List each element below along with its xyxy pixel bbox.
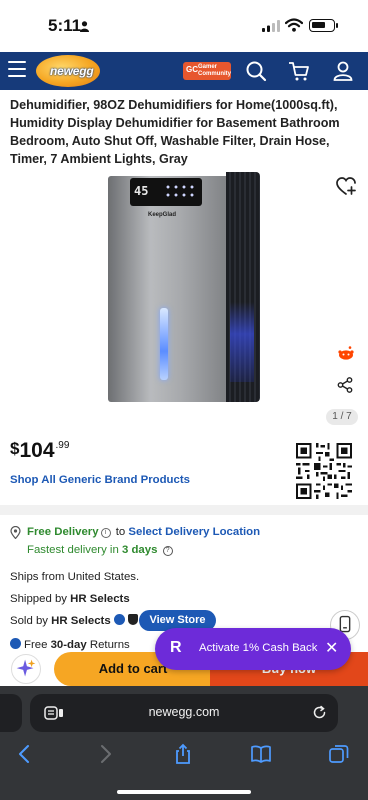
- shield-icon: [127, 614, 138, 625]
- delivery-line: Free Delivery i to Select Delivery Locati…: [27, 526, 260, 538]
- add-to-wishlist-icon[interactable]: [336, 177, 356, 196]
- address-bar[interactable]: newegg.com: [30, 694, 338, 732]
- returns-line: Free 30-day Returns: [10, 638, 130, 651]
- status-time: 5:11: [48, 16, 82, 35]
- cashback-label[interactable]: Activate 1% Cash Back: [199, 642, 317, 654]
- returns-icon: [10, 638, 21, 649]
- free-delivery-info-icon[interactable]: i: [100, 528, 111, 538]
- shipped-by-seller[interactable]: HR Selects: [70, 593, 130, 605]
- bookmarks-icon[interactable]: [250, 743, 272, 765]
- back-icon[interactable]: [14, 743, 36, 765]
- newegg-logo[interactable]: newegg: [36, 55, 102, 87]
- qr-code-icon[interactable]: [296, 443, 352, 499]
- site-header: newegg GC Gamer Community: [0, 52, 368, 90]
- fastest-delivery-help-icon[interactable]: ?: [162, 546, 173, 556]
- fastest-delivery: Fastest delivery in 3 days ?: [27, 544, 175, 556]
- reload-icon[interactable]: [312, 705, 327, 720]
- select-delivery-location-link[interactable]: Select Delivery Location: [128, 526, 260, 538]
- search-icon[interactable]: [245, 60, 267, 82]
- cashback-banner[interactable]: R Activate 1% Cash Back ✕: [155, 628, 351, 670]
- free-delivery-label: Free Delivery: [27, 526, 99, 538]
- battery-icon: [309, 19, 338, 32]
- url-text: newegg.com: [148, 705, 220, 719]
- cashback-close-icon[interactable]: ✕: [325, 638, 338, 658]
- delivery-to-label: to: [115, 526, 126, 538]
- cellular-signal-icon: [262, 20, 280, 32]
- share-sheet-icon[interactable]: [172, 743, 194, 765]
- rakuten-logo: R: [170, 639, 182, 656]
- image-pager: 1 / 7: [326, 409, 358, 425]
- verified-seller-icon: [113, 614, 125, 625]
- fastest-delivery-label: Fastest delivery in: [27, 544, 119, 556]
- forward-icon[interactable]: [94, 743, 116, 765]
- ai-assistant-button[interactable]: [11, 654, 41, 684]
- menu-icon[interactable]: [8, 61, 26, 79]
- wifi-icon: [285, 18, 303, 32]
- section-divider: [0, 505, 368, 515]
- account-icon[interactable]: [332, 60, 354, 82]
- price-cents: .99: [55, 440, 70, 451]
- gamer-community-label: Gamer Community: [198, 64, 231, 77]
- browser-toolbar: newegg.com: [0, 686, 368, 800]
- share-icon[interactable]: [337, 377, 353, 393]
- sold-by-seller[interactable]: HR Selects: [51, 615, 111, 627]
- sold-by-line: Sold by HR Selects: [10, 614, 138, 627]
- tabs-icon[interactable]: [328, 743, 350, 765]
- product-image-brand: KeepGlad: [148, 212, 177, 218]
- gamer-community-logo: GC: [186, 65, 198, 74]
- location-pin-icon: [10, 526, 21, 539]
- gamer-community-button[interactable]: GC Gamer Community: [183, 62, 231, 80]
- fastest-delivery-days: 3 days: [121, 544, 158, 556]
- cart-icon[interactable]: [288, 60, 310, 82]
- reddit-icon[interactable]: [338, 346, 354, 360]
- product-price: $104.99: [10, 439, 69, 463]
- status-bar: 5:11: [0, 0, 368, 52]
- previous-tab[interactable]: [0, 694, 22, 732]
- shop-all-brand-link[interactable]: Shop All Generic Brand Products: [10, 474, 190, 486]
- ships-from-text: Ships from United States.: [10, 571, 140, 583]
- shipped-by-line: Shipped by HR Selects: [10, 593, 130, 605]
- product-image-display: 45: [134, 184, 149, 198]
- sparkle-icon: [16, 659, 36, 677]
- home-indicator: [117, 790, 251, 794]
- price-dollars: 104: [19, 439, 55, 462]
- product-image[interactable]: 45 KeepGlad: [108, 172, 260, 404]
- product-title: Dehumidifier, 98OZ Dehumidifiers for Hom…: [10, 98, 340, 166]
- person-icon: [80, 21, 89, 32]
